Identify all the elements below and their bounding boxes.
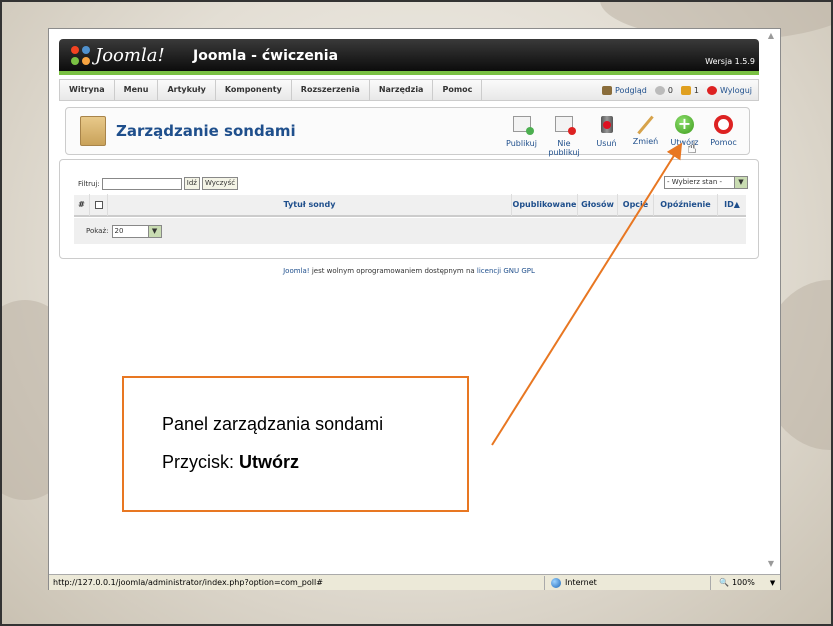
chevron-down-icon: ▼ <box>147 225 161 237</box>
col-published[interactable]: Opublikowane <box>512 194 578 216</box>
delete-label: Usuń <box>596 139 617 148</box>
joomla-link[interactable]: Joomla! <box>283 267 310 275</box>
limit-label: Pokaż: <box>86 227 109 235</box>
status-url: http://127.0.0.1/joomla/administrator/in… <box>53 578 323 587</box>
users-icon <box>680 85 691 95</box>
joomla-header: Joomla! Joomla - ćwiczenia Wersja 1.5.9 <box>59 39 759 75</box>
menu-item-witryna[interactable]: Witryna <box>60 80 115 100</box>
plus-icon: + <box>675 115 694 134</box>
chevron-down-icon: ▼ <box>734 177 747 188</box>
callout-line-2: Przycisk: Utwórz <box>162 452 299 473</box>
limit-select[interactable]: 20 ▼ <box>111 224 162 238</box>
col-lag[interactable]: Opóźnienie <box>654 194 718 216</box>
license-link[interactable]: licencji GNU GPL <box>477 267 535 275</box>
page-title: Zarządzanie sondami <box>116 122 296 140</box>
security-zone: Internet <box>544 575 710 590</box>
menu-item-komponenty[interactable]: Komponenty <box>216 80 292 100</box>
select-all-checkbox[interactable] <box>94 200 103 209</box>
pagination-row: Pokaż: 20 ▼ <box>74 218 746 244</box>
state-select[interactable]: - Wybierz stan - ▼ <box>664 176 748 189</box>
zone-label: Internet <box>565 578 597 587</box>
pencil-icon <box>637 115 654 135</box>
menu-item-menu[interactable]: Menu <box>115 80 159 100</box>
hand-cursor-icon: ☝ <box>687 138 697 157</box>
publish-icon <box>512 116 534 135</box>
edit-button[interactable]: Zmień <box>626 114 665 157</box>
state-select-value: - Wybierz stan - <box>667 178 723 186</box>
edit-label: Zmień <box>632 137 659 146</box>
publish-label: Publikuj <box>506 139 537 148</box>
logout-icon <box>707 85 717 95</box>
messages-icon <box>654 85 665 95</box>
logout-label: Wyloguj <box>720 85 752 95</box>
delete-button[interactable]: Usuń <box>587 114 626 157</box>
version-label: Wersja 1.5.9 <box>705 57 755 66</box>
zoom-control[interactable]: 🔍 100% ▼ <box>710 575 780 590</box>
col-options[interactable]: Opcje <box>618 194 654 216</box>
scroll-down-arrow[interactable]: ▼ <box>766 559 776 569</box>
sort-asc-icon: ▲ <box>733 200 740 209</box>
col-title[interactable]: Tytuł sondy <box>108 194 512 216</box>
publish-button[interactable]: Publikuj <box>502 114 541 157</box>
messages-count: 0 <box>667 85 673 95</box>
browser-status-bar: http://127.0.0.1/joomla/administrator/in… <box>49 574 780 590</box>
unpublish-label: Nie publikuj <box>548 139 580 157</box>
limit-value: 20 <box>114 226 124 235</box>
joomla-logo-icon <box>71 45 91 66</box>
users-count: 1 <box>693 85 699 95</box>
annotation-callout: Panel zarządzania sondami Przycisk: Utwó… <box>122 376 469 512</box>
filter-label: Filtruj: <box>78 179 100 188</box>
table-header: # Tytuł sondy Opublikowane Głosów Opcje … <box>74 194 746 217</box>
unpublish-button[interactable]: Nie publikuj <box>541 114 587 157</box>
joomla-logo: Joomla! <box>71 45 165 66</box>
zoom-level: 100% <box>731 578 755 587</box>
col-votes[interactable]: Głosów <box>578 194 618 216</box>
magnifier-icon: 🔍 <box>719 578 729 587</box>
col-id[interactable]: ID▲ <box>718 194 746 216</box>
content-panel: Filtruj: Idź Wyczyść - Wybierz stan - ▼ … <box>59 159 759 259</box>
scroll-up-arrow[interactable]: ▲ <box>766 31 776 41</box>
help-button[interactable]: Pomoc <box>704 114 743 157</box>
menu-item-rozszerzenia[interactable]: Rozszerzenia <box>292 80 370 100</box>
preview-label: Podgląd <box>615 85 647 95</box>
site-name: Joomla - ćwiczenia <box>193 48 339 64</box>
filter-go-button[interactable]: Idź <box>183 177 200 190</box>
menu-item-pomoc[interactable]: Pomoc <box>433 80 483 100</box>
users-counter[interactable]: 1 <box>680 85 699 95</box>
admin-menubar: Witryna Menu Artykuły Komponenty Rozszer… <box>59 79 759 101</box>
unpublish-icon <box>555 116 576 135</box>
trash-icon <box>600 116 613 133</box>
new-button[interactable]: + Utwórz <box>665 114 704 157</box>
title-panel: Zarządzanie sondami Publikuj Nie publiku… <box>65 107 750 158</box>
col-select-all[interactable] <box>90 194 108 216</box>
filter-input[interactable] <box>101 177 182 190</box>
credits-text: jest wolnym oprogramowaniem dostępnym na <box>309 267 477 275</box>
logo-text: Joomla! <box>95 45 165 66</box>
messages-counter[interactable]: 0 <box>654 85 673 95</box>
logout-link[interactable]: Wyloguj <box>707 85 752 95</box>
lifebuoy-icon <box>714 115 733 134</box>
menu-item-narzedzia[interactable]: Narzędzia <box>370 80 434 100</box>
toolbar: Publikuj Nie publikuj Usuń Zmień + Utwór… <box>502 114 743 158</box>
callout-line-1: Panel zarządzania sondami <box>162 414 384 434</box>
filter-reset-button[interactable]: Wyczyść <box>201 177 239 190</box>
credits: Joomla! jest wolnym oprogramowaniem dost… <box>49 267 769 275</box>
chevron-down-icon: ▼ <box>769 578 776 587</box>
filter-row: Filtruj: Idź Wyczyść <box>78 177 239 190</box>
menu-item-artykuly[interactable]: Artykuły <box>158 80 216 100</box>
help-label: Pomoc <box>710 138 737 147</box>
col-id-label: ID <box>724 200 734 209</box>
poll-box-icon <box>80 116 106 146</box>
callout-line-2-bold: Utwórz <box>239 452 300 472</box>
col-number: # <box>74 194 90 216</box>
preview-icon <box>602 85 613 95</box>
globe-icon <box>551 577 561 588</box>
preview-link[interactable]: Podgląd <box>602 85 647 95</box>
menu-status-area: Podgląd 0 1 Wyloguj <box>602 85 758 95</box>
callout-line-2-prefix: Przycisk: <box>162 452 240 472</box>
